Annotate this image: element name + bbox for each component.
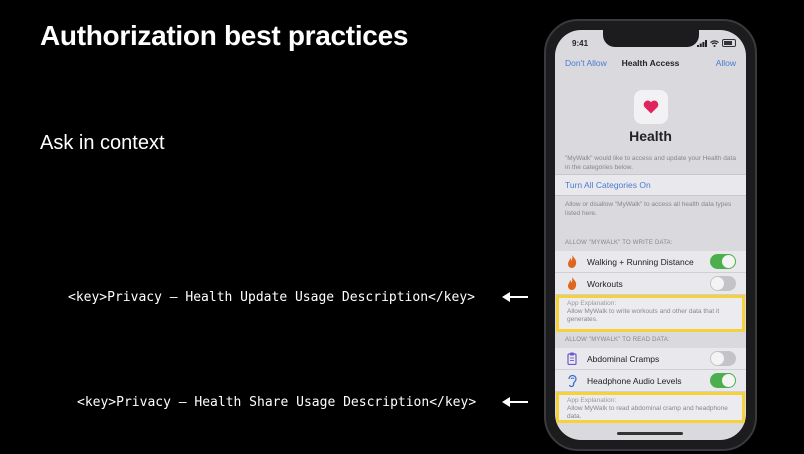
arrow-left-icon	[502, 397, 528, 407]
workouts-toggle[interactable]	[710, 276, 736, 291]
code-share-usage-key: <key>Privacy – Health Share Usage Descri…	[77, 395, 477, 410]
signal-icon	[697, 39, 707, 47]
slide-subtitle: Ask in context	[40, 132, 165, 154]
explanation-text: Allow MyWalk to write workouts and other…	[567, 308, 720, 323]
clipboard-icon	[567, 352, 577, 365]
heart-icon	[643, 100, 659, 114]
iphone-mockup: 9:41 Don't Allow Health Access Allow Hea…	[544, 19, 757, 451]
intro-text: "MyWalk" would like to access and update…	[565, 155, 736, 171]
read-section-header: ALLOW "MYWALK" TO READ DATA:	[565, 337, 670, 343]
turn-all-categories-button[interactable]: Turn All Categories On	[555, 174, 746, 196]
battery-icon	[722, 39, 736, 47]
home-indicator	[617, 432, 683, 435]
phone-notch	[603, 30, 699, 47]
phone-screen: 9:41 Don't Allow Health Access Allow Hea…	[555, 30, 746, 440]
wifi-icon	[710, 39, 719, 47]
explanation-heading: App Explanation:	[567, 300, 617, 307]
write-section-header: ALLOW "MYWALK" TO WRITE DATA:	[565, 240, 673, 246]
list-item-label: Abdominal Cramps	[587, 353, 660, 364]
explanation-heading: App Explanation:	[567, 397, 617, 404]
health-app-icon	[634, 90, 668, 124]
status-icons	[697, 39, 736, 47]
abdominal-cramps-toggle[interactable]	[710, 351, 736, 366]
ear-icon	[568, 374, 577, 387]
list-item-walking-running[interactable]: Walking + Running Distance	[555, 251, 746, 273]
walking-running-toggle[interactable]	[710, 254, 736, 269]
write-app-explanation: App Explanation: Allow MyWalk to write w…	[556, 295, 745, 332]
list-item-workouts[interactable]: Workouts	[555, 273, 746, 295]
arrow-left-icon	[502, 292, 528, 302]
status-time: 9:41	[572, 39, 589, 48]
flame-icon	[568, 255, 577, 268]
headphone-audio-toggle[interactable]	[710, 373, 736, 388]
list-item-label: Walking + Running Distance	[587, 256, 694, 267]
allow-button[interactable]: Allow	[716, 58, 736, 68]
slide-title: Authorization best practices	[40, 20, 409, 51]
list-item-abdominal-cramps[interactable]: Abdominal Cramps	[555, 348, 746, 370]
explanation-text: Allow MyWalk to read abdominal cramp and…	[567, 405, 728, 420]
list-item-label: Workouts	[587, 278, 623, 289]
code-update-usage-key: <key>Privacy – Health Update Usage Descr…	[68, 290, 475, 305]
nav-bar: Don't Allow Health Access Allow	[555, 58, 746, 72]
allow-disallow-text: Allow or disallow "MyWalk" to access all…	[565, 201, 732, 217]
list-item-headphone-audio[interactable]: Headphone Audio Levels	[555, 370, 746, 392]
flame-icon	[568, 277, 577, 290]
read-app-explanation: App Explanation: Allow MyWalk to read ab…	[556, 392, 745, 423]
list-item-label: Headphone Audio Levels	[587, 375, 682, 386]
app-name: Health	[629, 128, 672, 144]
